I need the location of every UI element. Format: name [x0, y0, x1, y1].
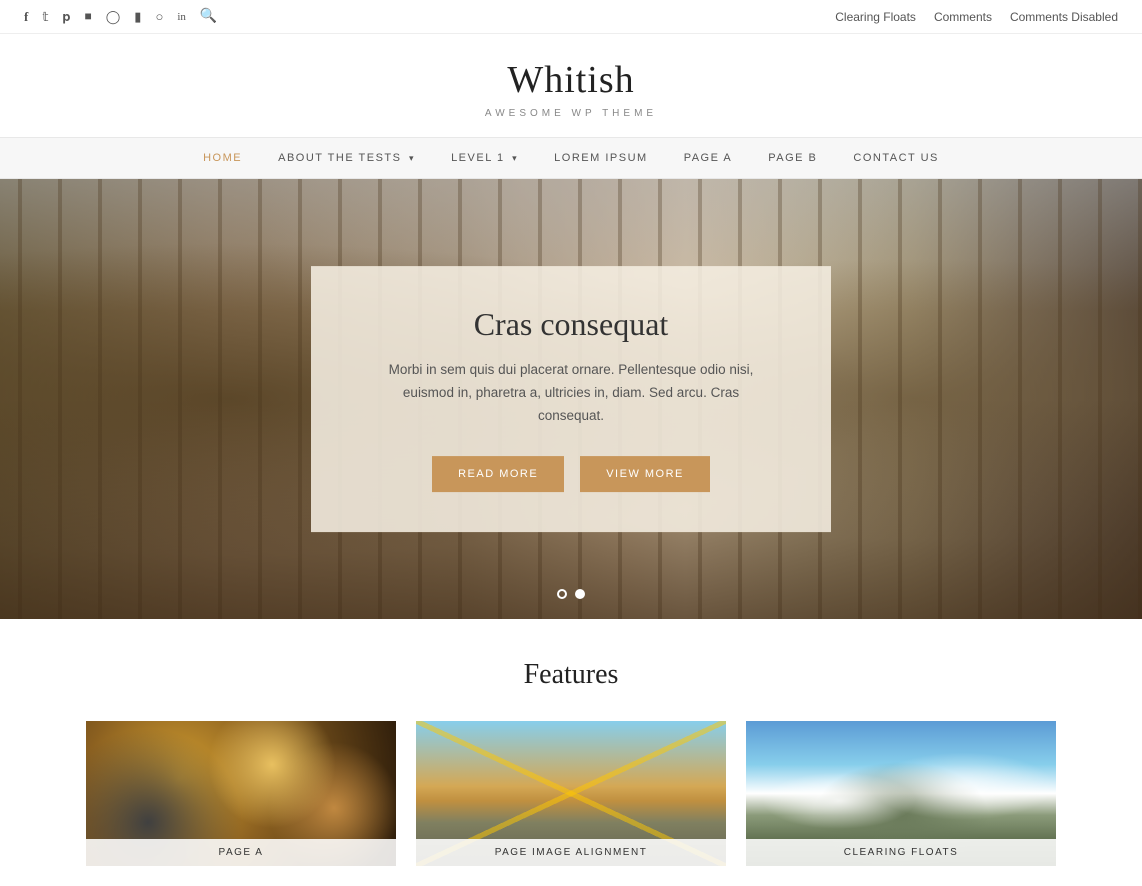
- slider-dot-2[interactable]: [575, 589, 585, 599]
- slide-title: Cras consequat: [371, 306, 771, 343]
- slide-buttons: READ MORE VIEW MORE: [371, 456, 771, 492]
- slide-text: Morbi in sem quis dui placerat ornare. P…: [371, 359, 771, 428]
- features-section: Features PAGE A PAGE IMAGE ALIGNMENT CLE…: [0, 619, 1142, 886]
- chevron-down-icon: ▾: [512, 153, 518, 163]
- nav-item-about[interactable]: ABOUT THE TESTS ▾: [260, 138, 433, 178]
- feature-label-page-a: PAGE A: [86, 839, 396, 866]
- slider-dot-1[interactable]: [557, 589, 567, 599]
- search-icon[interactable]: 🔍: [200, 8, 217, 25]
- nav-link-page-a[interactable]: PAGE A: [666, 138, 751, 178]
- feature-label-clearing-floats: CLEARING FLOATS: [746, 839, 1056, 866]
- view-more-button[interactable]: VIEW MORE: [580, 456, 710, 492]
- pinterest-icon[interactable]: 𝐩: [62, 9, 70, 25]
- nav-item-page-b[interactable]: PAGE B: [750, 138, 835, 178]
- nav-item-lorem[interactable]: LOREM IPSUM: [536, 138, 666, 178]
- features-title: Features: [24, 659, 1118, 691]
- linkedin-icon[interactable]: in: [177, 11, 186, 23]
- nav-link-level1[interactable]: LEVEL 1 ▾: [433, 138, 536, 178]
- nav-items: HOME ABOUT THE TESTS ▾ LEVEL 1 ▾ LOREM I…: [185, 138, 957, 178]
- main-nav: HOME ABOUT THE TESTS ▾ LEVEL 1 ▾ LOREM I…: [0, 137, 1142, 179]
- nav-item-home[interactable]: HOME: [185, 138, 260, 178]
- read-more-button[interactable]: READ MORE: [432, 456, 564, 492]
- social-icons-container: f 𝕥 𝐩 ■ ◯ ▮ ○ in 🔍: [24, 8, 217, 25]
- top-links: Clearing Floats Comments Comments Disabl…: [835, 10, 1118, 24]
- site-tagline: Awesome WP Theme: [0, 108, 1142, 119]
- nav-link-contact[interactable]: CONTACT US: [835, 138, 957, 178]
- feature-card-page-image[interactable]: PAGE IMAGE ALIGNMENT: [416, 721, 726, 866]
- chevron-down-icon: ▾: [409, 153, 415, 163]
- comments-disabled-link[interactable]: Comments Disabled: [1010, 10, 1118, 24]
- top-bar: f 𝕥 𝐩 ■ ◯ ▮ ○ in 🔍 Clearing Floats Comme…: [0, 0, 1142, 34]
- behance-icon[interactable]: ■: [84, 9, 91, 24]
- feature-card-clearing-floats[interactable]: CLEARING FLOATS: [746, 721, 1056, 866]
- houzz-icon[interactable]: ▮: [134, 9, 141, 25]
- nav-link-about[interactable]: ABOUT THE TESTS ▾: [260, 138, 433, 178]
- features-grid: PAGE A PAGE IMAGE ALIGNMENT CLEARING FLO…: [31, 721, 1111, 866]
- nav-item-page-a[interactable]: PAGE A: [666, 138, 751, 178]
- feature-label-page-image: PAGE IMAGE ALIGNMENT: [416, 839, 726, 866]
- slide-content-box: Cras consequat Morbi in sem quis dui pla…: [311, 266, 831, 532]
- clearing-floats-link[interactable]: Clearing Floats: [835, 10, 916, 24]
- nav-link-home[interactable]: HOME: [185, 138, 260, 178]
- dribbble-icon[interactable]: ○: [155, 9, 163, 25]
- comments-link[interactable]: Comments: [934, 10, 992, 24]
- nav-item-level1[interactable]: LEVEL 1 ▾: [433, 138, 536, 178]
- nav-link-page-b[interactable]: PAGE B: [750, 138, 835, 178]
- instagram-icon[interactable]: ◯: [106, 9, 121, 25]
- slider-dots: [557, 589, 585, 599]
- facebook-icon[interactable]: f: [24, 9, 28, 25]
- site-header: Whitish Awesome WP Theme: [0, 34, 1142, 137]
- site-title: Whitish: [0, 58, 1142, 102]
- twitter-icon[interactable]: 𝕥: [42, 9, 48, 25]
- hero-slider: Cras consequat Morbi in sem quis dui pla…: [0, 179, 1142, 619]
- nav-item-contact[interactable]: CONTACT US: [835, 138, 957, 178]
- nav-link-lorem[interactable]: LOREM IPSUM: [536, 138, 666, 178]
- feature-card-page-a[interactable]: PAGE A: [86, 721, 396, 866]
